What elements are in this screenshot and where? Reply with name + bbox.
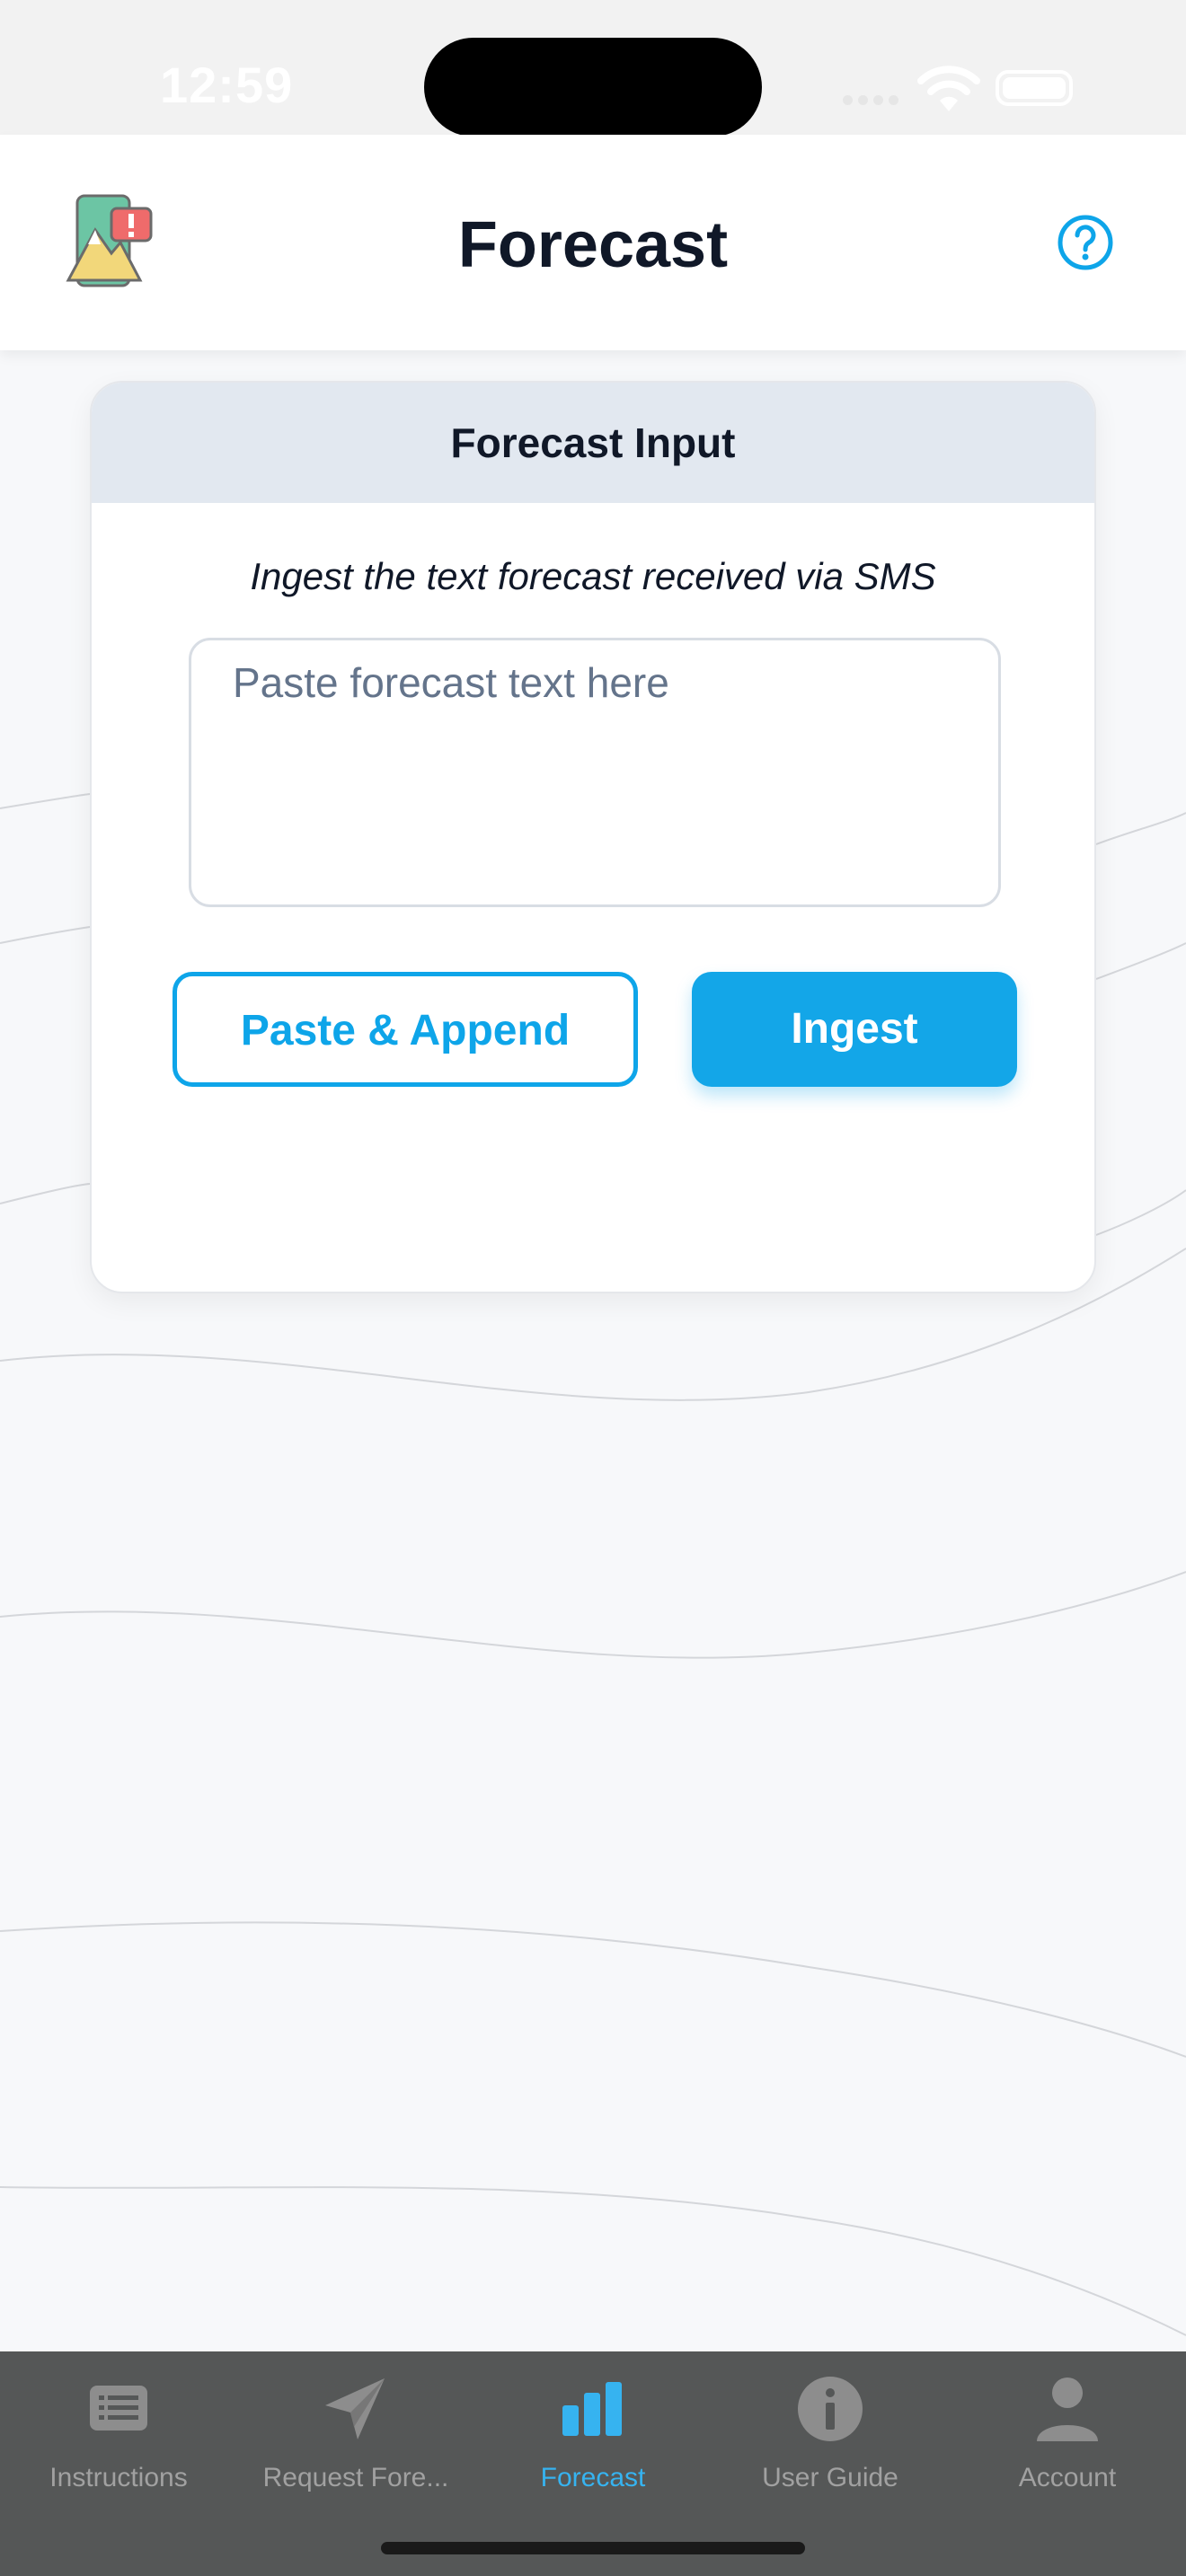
tab-forecast[interactable]: Forecast xyxy=(474,2373,712,2493)
tab-label: Forecast xyxy=(540,2463,646,2492)
status-bar: 12:59 xyxy=(0,0,1186,137)
tab-account[interactable]: Account xyxy=(949,2373,1186,2493)
tab-label: User Guide xyxy=(762,2463,898,2492)
help-circle-icon[interactable] xyxy=(1057,214,1114,271)
page-title: Forecast xyxy=(457,209,729,281)
tab-label: Request Fore... xyxy=(262,2463,449,2492)
tab-user-guide[interactable]: User Guide xyxy=(712,2373,949,2493)
person-icon xyxy=(1037,2378,1098,2441)
card-subtitle: Ingest the text forecast received via SM… xyxy=(250,555,936,597)
ingest-button[interactable]: Ingest xyxy=(692,972,1017,1087)
cellular-signal-icon xyxy=(843,93,904,110)
info-icon xyxy=(798,2377,863,2441)
battery-icon xyxy=(996,70,1073,106)
wifi-icon xyxy=(917,66,980,111)
forecast-text-input[interactable] xyxy=(189,638,1001,907)
app-header: Forecast xyxy=(0,135,1186,350)
tab-instructions[interactable]: Instructions xyxy=(0,2373,237,2493)
dynamic-island xyxy=(424,38,762,137)
list-icon xyxy=(90,2386,147,2430)
paste-append-button[interactable]: Paste & Append xyxy=(173,972,638,1087)
bar-chart-icon xyxy=(562,2382,622,2436)
status-time: 12:59 xyxy=(160,57,294,113)
paper-plane-icon xyxy=(325,2378,385,2439)
card-title: Forecast Input xyxy=(92,383,1094,503)
tab-request-forecast[interactable]: Request Fore... xyxy=(237,2373,474,2493)
tab-label: Instructions xyxy=(49,2463,188,2492)
tab-bar: Instructions Request Fore... Forecast Us… xyxy=(0,2351,1186,2576)
tab-label: Account xyxy=(1018,2463,1117,2492)
home-indicator xyxy=(381,2542,805,2554)
forecast-input-card: Forecast Input Ingest the text forecast … xyxy=(90,381,1096,1293)
